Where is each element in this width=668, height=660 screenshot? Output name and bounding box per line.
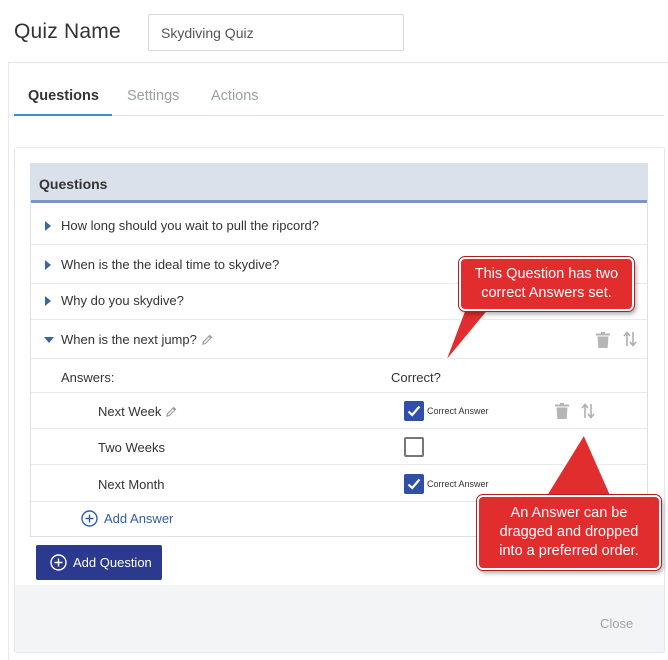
- caret-right-icon[interactable]: [45, 296, 51, 306]
- question-text: Why do you skydive?: [61, 293, 184, 308]
- tab-actions[interactable]: Actions: [211, 88, 259, 104]
- quiz-name-label: Quiz Name: [14, 20, 121, 43]
- checkmark-icon: [407, 405, 421, 417]
- answer-row[interactable]: Next Week Correct Answer: [31, 393, 647, 429]
- tab-questions[interactable]: Questions: [28, 88, 99, 104]
- callout-line: into a preferred order.: [499, 543, 639, 559]
- answers-header-row: Answers: Correct?: [31, 359, 647, 393]
- questions-card-header: Questions: [31, 164, 647, 203]
- reorder-icon[interactable]: [581, 403, 595, 419]
- caret-right-icon[interactable]: [45, 260, 51, 270]
- add-question-button[interactable]: Add Question: [36, 545, 162, 580]
- add-answer-label: Add Answer: [104, 511, 174, 526]
- correct-checkbox[interactable]: [404, 437, 424, 457]
- correct-checkbox[interactable]: [404, 474, 424, 494]
- frame-edge: [8, 62, 9, 660]
- answer-text: Next Week: [98, 404, 162, 419]
- caret-right-icon[interactable]: [45, 221, 51, 231]
- question-text: When is the the ideal time to skydive?: [61, 257, 280, 272]
- callout-line: An Answer can be: [510, 505, 628, 521]
- active-tab-indicator: [14, 114, 112, 116]
- question-text: How long should you wait to pull the rip…: [61, 218, 319, 233]
- add-answer-link[interactable]: Add Answer: [81, 510, 173, 527]
- question-row[interactable]: How long should you wait to pull the rip…: [31, 206, 647, 245]
- correct-answer-label: Correct Answer: [427, 479, 489, 489]
- question-text: When is the next jump?: [61, 332, 197, 347]
- answer-text: Two Weeks: [98, 440, 165, 455]
- caret-down-icon[interactable]: [44, 337, 54, 343]
- answers-header: Answers:: [61, 370, 115, 385]
- callout-line: dragged and dropped: [499, 524, 639, 540]
- add-question-label: Add Question: [73, 555, 152, 570]
- answer-text-wrap: Next Week: [98, 404, 177, 419]
- callout-line: This Question has two: [474, 266, 619, 282]
- question-text-wrap: When is the next jump?: [61, 332, 213, 347]
- tab-settings[interactable]: Settings: [127, 88, 179, 104]
- checkmark-icon: [407, 478, 421, 490]
- answer-text: Next Month: [98, 477, 165, 492]
- answer-callout: An Answer can be dragged and dropped int…: [477, 495, 661, 570]
- correct-answer-label: Correct Answer: [427, 406, 489, 416]
- plus-circle-icon: [50, 554, 67, 571]
- reorder-icon[interactable]: [623, 331, 637, 347]
- pencil-icon[interactable]: [166, 406, 177, 417]
- correct-checkbox[interactable]: [404, 401, 424, 421]
- plus-circle-icon: [81, 510, 98, 527]
- divider: [8, 62, 668, 63]
- trash-icon[interactable]: [596, 332, 610, 348]
- questions-card-title: Questions: [39, 176, 108, 192]
- close-button[interactable]: Close: [600, 616, 633, 631]
- tab-bar: Questions Settings Actions: [12, 76, 664, 116]
- question-callout: This Question has two correct Answers se…: [459, 257, 634, 311]
- quiz-name-input[interactable]: [148, 14, 404, 51]
- correct-header: Correct?: [391, 370, 441, 385]
- pencil-icon[interactable]: [202, 334, 213, 345]
- question-row-expanded[interactable]: When is the next jump?: [31, 320, 647, 359]
- trash-icon[interactable]: [555, 403, 569, 419]
- callout-line: correct Answers set.: [481, 285, 612, 301]
